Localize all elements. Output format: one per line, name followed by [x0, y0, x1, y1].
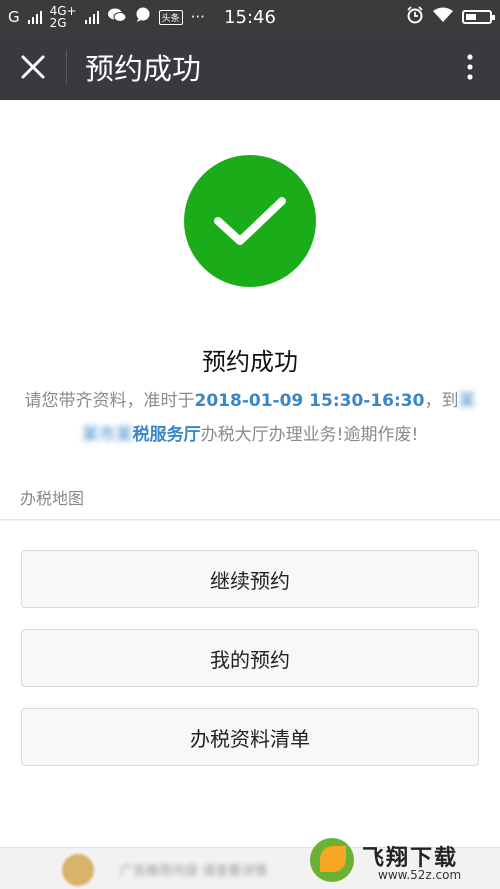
logo-subtext: www.52z.com [378, 868, 462, 882]
message-icon [135, 7, 151, 27]
continue-booking-button[interactable]: 继续预约 [21, 550, 479, 608]
status-bar: G 4G+ 2G 头条 ··· 15:46 [0, 0, 500, 34]
tax-documents-list-button[interactable]: 办税资料清单 [21, 708, 479, 766]
toutiao-badge: 头条 [158, 9, 183, 25]
network-type: 4G+ 2G [50, 5, 77, 29]
title-bar: 预约成功 [0, 34, 500, 100]
more-dots: ··· [190, 8, 205, 26]
signal-icon [27, 10, 42, 24]
carrier-label: G [8, 8, 20, 26]
status-left: G 4G+ 2G 头条 ··· [8, 5, 205, 29]
close-icon [21, 55, 45, 79]
office-name: 税服务厅 [132, 425, 201, 445]
title-divider [66, 50, 67, 84]
logo-mark-icon [310, 838, 354, 882]
status-right [406, 6, 495, 28]
network-type-2: 2G [49, 16, 67, 30]
wifi-icon [432, 7, 454, 27]
section-divider [0, 519, 500, 521]
checkmark-icon [214, 197, 286, 245]
result-message: 请您带齐资料，准时于2018-01-09 15:30-16:30，到某某市某税服… [20, 384, 480, 452]
appointment-datetime: 2018-01-09 15:30-16:30 [194, 391, 425, 411]
my-bookings-button[interactable]: 我的预约 [21, 629, 479, 687]
wechat-icon [107, 7, 127, 27]
message-mid: ，到 [424, 391, 459, 411]
result-title: 预约成功 [202, 348, 298, 376]
site-watermark-logo: 飞翔下载 www.52z.com [310, 838, 490, 888]
message-suffix: 办税大厅办理业务!逾期作废! [200, 425, 419, 445]
tax-map-link[interactable]: 办税地图 [20, 485, 84, 509]
alarm-icon [406, 6, 424, 28]
ad-text: 广告推荐内容 请查看详情 [120, 864, 268, 879]
message-prefix: 请您带齐资料，准时于 [24, 391, 195, 411]
battery-icon [462, 10, 495, 24]
more-menu-button[interactable] [440, 34, 500, 100]
ad-avatar [62, 854, 94, 886]
page-title: 预约成功 [85, 52, 202, 86]
close-button[interactable] [0, 34, 66, 100]
success-icon [184, 155, 316, 287]
more-vertical-icon [467, 54, 473, 80]
signal-icon-2 [84, 10, 99, 24]
